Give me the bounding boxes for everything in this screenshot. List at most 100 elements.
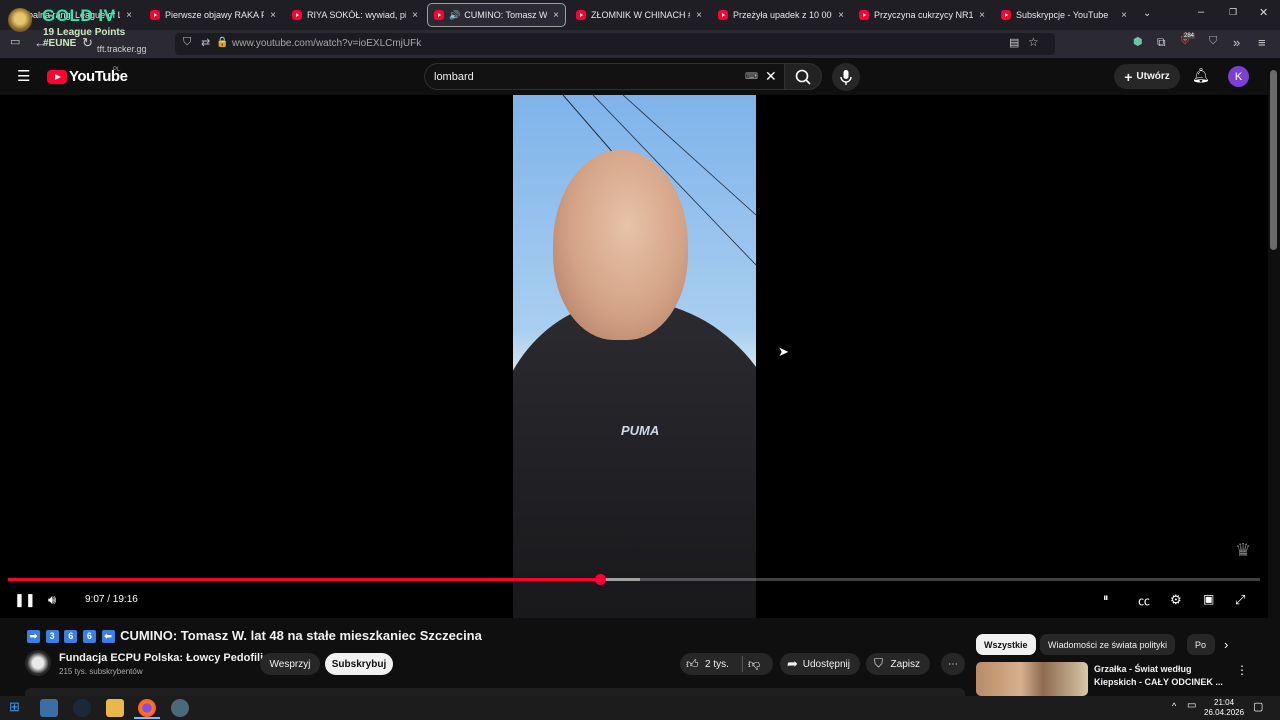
video-frame[interactable]: PUMA	[513, 95, 756, 618]
notifications-center-icon[interactable]: ▢	[1253, 700, 1263, 713]
overflow-chevron-icon[interactable]: »	[1233, 35, 1240, 50]
window-close-icon[interactable]: ✕	[1259, 6, 1268, 19]
create-button[interactable]: + Utwórz	[1114, 64, 1180, 89]
tab-title: Przeżyła upadek z 10 000 metrów	[733, 10, 832, 20]
tab-close-icon[interactable]: ×	[838, 10, 844, 21]
description-box[interactable]	[25, 688, 965, 696]
tab-close-icon[interactable]: ×	[979, 10, 985, 21]
tab-list-chevron-icon[interactable]: ⌄	[1143, 8, 1151, 19]
network-icon[interactable]: ▭	[1187, 700, 1196, 711]
youtube-play-icon	[47, 69, 67, 84]
rank-emblem-icon	[8, 8, 32, 32]
bookmark-star-icon[interactable]: ☆	[1028, 35, 1039, 49]
support-button[interactable]: Wesprzyj	[260, 653, 320, 675]
tab-close-icon[interactable]: ×	[696, 10, 702, 21]
recommended-menu-icon[interactable]: ⋮	[1236, 663, 1248, 677]
save-button[interactable]: ⛉ Zapisz	[866, 653, 930, 675]
thumbs-down-icon[interactable]: 👎︎	[748, 657, 760, 672]
recommended-thumbnail[interactable]	[976, 662, 1088, 696]
tab-close-icon[interactable]: ×	[553, 10, 559, 21]
chip-politics[interactable]: Wiadomości ze świata polityki	[1040, 634, 1176, 655]
reader-view-icon[interactable]: ▤	[1009, 36, 1019, 49]
channel-name[interactable]: Fundacja ECPU Polska: Łowcy Pedofili	[59, 652, 263, 664]
channel-avatar[interactable]	[25, 650, 51, 676]
avatar[interactable]: K	[1228, 66, 1249, 87]
youtube-favicon-icon	[434, 10, 444, 20]
permissions-icon[interactable]: ⇄	[201, 36, 210, 49]
avatar-letter: K	[1234, 70, 1243, 83]
steam-app-icon[interactable]	[73, 699, 91, 717]
tab-prostate[interactable]: Pierwsze objawy RAKA PROSTATY ×	[144, 3, 282, 27]
windows-start-icon[interactable]: ⊞	[9, 699, 20, 715]
computer-app-icon[interactable]	[40, 699, 58, 717]
recommended-title[interactable]: Grzałka - Świat według Kiepskich - CAŁY …	[1094, 663, 1224, 689]
tray-chevron-icon[interactable]: ^	[1172, 701, 1176, 711]
notifications-bell-icon[interactable]: 🔔︎	[1192, 67, 1210, 84]
url-text[interactable]: www.youtube.com/watch?v=ioEXLCmjUFk	[232, 38, 421, 49]
support-label: Wesprzyj	[269, 658, 311, 670]
tab-cukrzyca[interactable]: Przyczyna cukrzycy NR1. Nie jest ×	[853, 3, 991, 27]
url-bar[interactable]: ⛉ ⇄ 🔒 www.youtube.com/watch?v=ioEXLCmjUF…	[175, 33, 1055, 55]
voice-search-button[interactable]	[832, 63, 860, 91]
privacy-extension-icon[interactable]: ⬢	[1133, 35, 1143, 48]
chip-all[interactable]: Wszystkie	[976, 634, 1036, 655]
share-button[interactable]: ➦ Udostępnij	[780, 653, 860, 675]
extensions-icon[interactable]: ⧉	[1157, 35, 1166, 50]
search-input[interactable]: lombard ⌨ ✕	[424, 63, 784, 90]
tab-riya[interactable]: RIYA SOKÓŁ: wywiad, pieniądze ×	[286, 3, 424, 27]
like-button[interactable]: 👍︎ 2 tys. 👎︎	[680, 653, 773, 675]
youtube-favicon-icon	[718, 10, 728, 20]
settings-gear-icon[interactable]: ⚙	[1170, 592, 1182, 608]
search-value: lombard	[434, 71, 474, 83]
firefox-app-icon[interactable]	[138, 699, 156, 717]
shield-icon[interactable]: ⛉	[183, 36, 191, 49]
file-explorer-icon[interactable]	[106, 699, 124, 717]
tab-close-icon[interactable]: ×	[270, 10, 276, 21]
youtube-favicon-icon	[292, 10, 302, 20]
keyboard-icon[interactable]: ⌨	[745, 71, 758, 82]
autoplay-toggle-icon[interactable]: ⏸	[1103, 592, 1109, 605]
tab-cumino-active[interactable]: 🔊 CUMINO: Tomasz W. lat 48 ×	[427, 3, 566, 27]
tab-upadek[interactable]: Przeżyła upadek z 10 000 metrów ×	[712, 3, 850, 27]
scrollbar-thumb[interactable]	[1270, 70, 1277, 250]
title-number-2: 6	[64, 630, 78, 643]
progress-bar[interactable]	[8, 574, 1260, 585]
restore-icon[interactable]: ❐	[1229, 7, 1237, 18]
plus-icon: +	[1124, 68, 1133, 85]
menu-icon[interactable]: ≡	[1258, 35, 1266, 50]
chip-label: Wszystkie	[984, 639, 1028, 650]
lock-icon[interactable]: 🔒	[216, 37, 228, 48]
video-title-text: CUMINO: Tomasz W. lat 48 na stałe mieszk…	[120, 628, 482, 643]
network-tool-icon[interactable]	[171, 699, 189, 717]
channel-watermark-icon[interactable]: ♛	[1235, 540, 1251, 561]
fullscreen-icon[interactable]: ⤢	[1235, 592, 1245, 608]
pause-icon[interactable]: ❚❚	[14, 592, 36, 608]
extension-badge: 284	[1183, 33, 1196, 39]
tab-close-icon[interactable]: ×	[412, 10, 418, 21]
volume-icon[interactable]: 🔊︎	[48, 592, 56, 608]
tab-title: RIYA SOKÓŁ: wywiad, pieniądze	[307, 10, 407, 20]
video-player[interactable]: PUMA ♛ ➤ ❚❚ 🔊︎ 9:07 / 19:16 ⏸ ㏄ ⚙ ▣ ⤢	[0, 95, 1268, 618]
taskbar-clock[interactable]: 21:04 26.04.2026	[1204, 698, 1244, 718]
tab-close-icon[interactable]: ×	[1121, 10, 1127, 21]
minimize-icon[interactable]: –	[1198, 6, 1204, 18]
search-icon	[795, 69, 811, 85]
chips-next-chevron-icon[interactable]: ›	[1224, 637, 1228, 652]
tab-zlomnik[interactable]: ZŁOMNIK W CHINACH #2. LUDZIE ×	[570, 3, 708, 27]
more-actions-button[interactable]: ⋯	[941, 653, 965, 675]
miniplayer-icon[interactable]: ▣	[1203, 592, 1214, 606]
chip-partial[interactable]: Po	[1187, 634, 1215, 655]
person-head	[553, 150, 688, 340]
clock-date: 26.04.2026	[1204, 708, 1245, 717]
clear-search-icon[interactable]: ✕	[765, 68, 777, 85]
tab-subskrypcje[interactable]: Subskrypcje - YouTube ×	[995, 3, 1133, 27]
speaker-playing-icon[interactable]: 🔊	[449, 10, 460, 21]
search-button[interactable]	[784, 63, 822, 90]
shield-extension-icon[interactable]: ⛉	[1209, 35, 1217, 48]
mouse-cursor-icon: ➤	[778, 344, 789, 359]
title-number-3: 6	[82, 630, 96, 643]
subtitles-icon[interactable]: ㏄	[1138, 592, 1150, 609]
page-scrollbar[interactable]	[1268, 58, 1280, 696]
hamburger-menu-icon[interactable]: ☰	[17, 67, 30, 85]
subscribe-button[interactable]: Subskrybuj	[325, 653, 393, 675]
